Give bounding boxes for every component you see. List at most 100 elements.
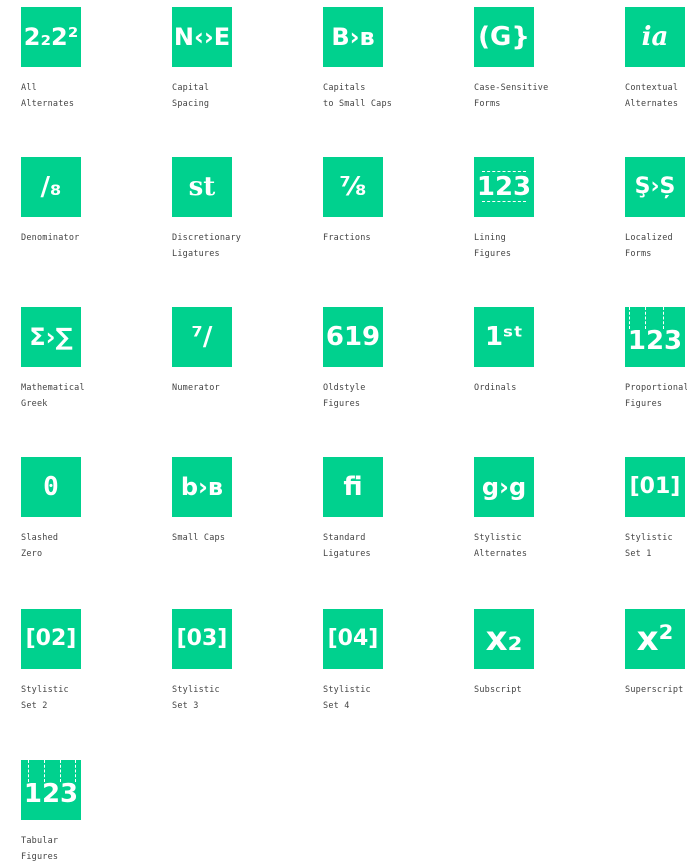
feature-label: Tabular Figures [21,836,59,862]
feature-tile-all-alternates: 2₂2² All Alternates [21,7,141,112]
feature-tile-proportional-figures: 123 Proportional Figures [625,307,687,412]
feature-tile-slashed-zero: 0 Slashed Zero [21,457,141,562]
feature-label: Fractions [323,233,371,243]
feature-label: Standard Ligatures [323,533,371,559]
capital-spacing-icon: N‹›E [172,7,232,67]
tabular-figures-icon: 123 [21,760,81,820]
feature-label: Capital Spacing [172,83,210,109]
feature-label: Stylistic Set 3 [172,685,220,711]
contextual-alternates-icon: ia [625,7,685,67]
guide-line-icon [60,760,61,782]
denominator-icon: /₈ [21,157,81,217]
feature-label: Lining Figures [474,233,512,259]
feature-label: Small Caps [172,533,226,543]
standard-ligatures-icon: fi [323,457,383,517]
feature-glyph: b›ʙ [180,473,224,501]
guide-line-icon [28,760,29,782]
ordinals-icon: 1ˢᵗ [474,307,534,367]
feature-tile-standard-ligatures: fi Standard Ligatures [323,457,443,562]
guide-line-icon [44,760,45,782]
feature-glyph: ia [641,22,669,52]
feature-glyph: [03] [176,626,228,651]
feature-tile-superscript: x² Superscript [625,609,687,698]
feature-tile-discretionary-ligatures: st Discretionary Ligatures [172,157,292,262]
feature-tile-lining-figures: 123 Lining Figures [474,157,594,262]
feature-label: Oldstyle Figures [323,383,366,409]
feature-tile-fractions: ⁷⁄₈ Fractions [323,157,443,246]
feature-glyph: Σ›∑ [29,323,73,351]
feature-glyph: [01] [629,474,681,499]
proportional-figures-icon: 123 [625,307,685,367]
superscript-icon: x² [625,609,685,669]
feature-tile-localized-forms: Ş›Ș Localized Forms [625,157,687,262]
feature-glyph: 123 [23,779,79,809]
oldstyle-figures-icon: 619 [323,307,383,367]
feature-tile-subscript: x₂ Subscript [474,609,594,698]
feature-tile-mathematical-greek: Σ›∑ Mathematical Greek [21,307,141,412]
feature-glyph: [04] [327,626,379,651]
feature-tile-ordinals: 1ˢᵗ Ordinals [474,307,594,396]
feature-tile-stylistic-set-2: [02] Stylistic Set 2 [21,609,141,714]
feature-tile-oldstyle-figures: 619 Oldstyle Figures [323,307,443,412]
feature-label: Numerator [172,383,220,393]
stylistic-set-1-icon: [01] [625,457,685,517]
lining-figures-icon: 123 [474,157,534,217]
feature-tile-denominator: /₈ Denominator [21,157,141,246]
feature-label: Proportional Figures [625,383,687,409]
feature-tile-numerator: ⁷/ Numerator [172,307,292,396]
feature-glyph: g›g [481,473,527,501]
feature-glyph: Ş›Ș [634,174,676,199]
feature-tile-capitals-to-small-caps: B›ʙ Capitals to Small Caps [323,7,443,112]
feature-label: Stylistic Set 4 [323,685,371,711]
guide-line-icon [482,171,526,172]
feature-grid: 2₂2² All Alternates N‹›E Capital Spacing… [0,0,687,862]
feature-label: Ordinals [474,383,517,393]
feature-label: Localized Forms [625,233,673,259]
feature-glyph: /₈ [40,172,62,202]
feature-glyph: [02] [25,626,77,651]
guide-line-icon [645,307,646,329]
stylistic-set-4-icon: [04] [323,609,383,669]
small-caps-icon: b›ʙ [172,457,232,517]
feature-glyph: (G} [478,22,530,52]
feature-label: All Alternates [21,83,75,109]
capitals-to-small-caps-icon: B›ʙ [323,7,383,67]
feature-glyph: 0 [43,472,59,502]
feature-label: Slashed Zero [21,533,59,559]
stylistic-set-2-icon: [02] [21,609,81,669]
subscript-icon: x₂ [474,609,534,669]
feature-glyph: 123 [627,326,683,356]
guide-line-icon [663,307,664,329]
feature-glyph: x² [636,619,674,659]
fractions-icon: ⁷⁄₈ [323,157,383,217]
feature-glyph: fi [343,472,363,502]
feature-tile-small-caps: b›ʙ Small Caps [172,457,292,546]
feature-tile-stylistic-set-1: [01] Stylistic Set 1 [625,457,687,562]
guide-line-icon [629,307,630,329]
feature-glyph: x₂ [485,619,523,659]
all-alternates-icon: 2₂2² [21,7,81,67]
stylistic-alternates-icon: g›g [474,457,534,517]
feature-tile-stylistic-alternates: g›g Stylistic Alternates [474,457,594,562]
feature-tile-contextual-alternates: ia Contextual Alternates [625,7,687,112]
stylistic-set-3-icon: [03] [172,609,232,669]
localized-forms-icon: Ş›Ș [625,157,685,217]
mathematical-greek-icon: Σ›∑ [21,307,81,367]
feature-label: Stylistic Set 2 [21,685,69,711]
feature-tile-stylistic-set-3: [03] Stylistic Set 3 [172,609,292,714]
feature-label: Capitals to Small Caps [323,83,393,109]
feature-tile-tabular-figures: 123 Tabular Figures [21,760,141,865]
feature-label: Mathematical Greek [21,383,85,409]
feature-tile-capital-spacing: N‹›E Capital Spacing [172,7,292,112]
slashed-zero-icon: 0 [21,457,81,517]
numerator-icon: ⁷/ [172,307,232,367]
feature-tile-case-sensitive-forms: (G} Case-Sensitive Forms [474,7,594,112]
feature-label: Superscript [625,685,684,695]
guide-line-icon [482,201,526,202]
feature-label: Stylistic Set 1 [625,533,673,559]
feature-label: Discretionary Ligatures [172,233,242,259]
feature-glyph: ⁷/ [191,322,213,352]
discretionary-ligatures-icon: st [172,157,232,217]
feature-glyph: st [188,172,216,202]
feature-glyph: 2₂2² [23,23,79,51]
